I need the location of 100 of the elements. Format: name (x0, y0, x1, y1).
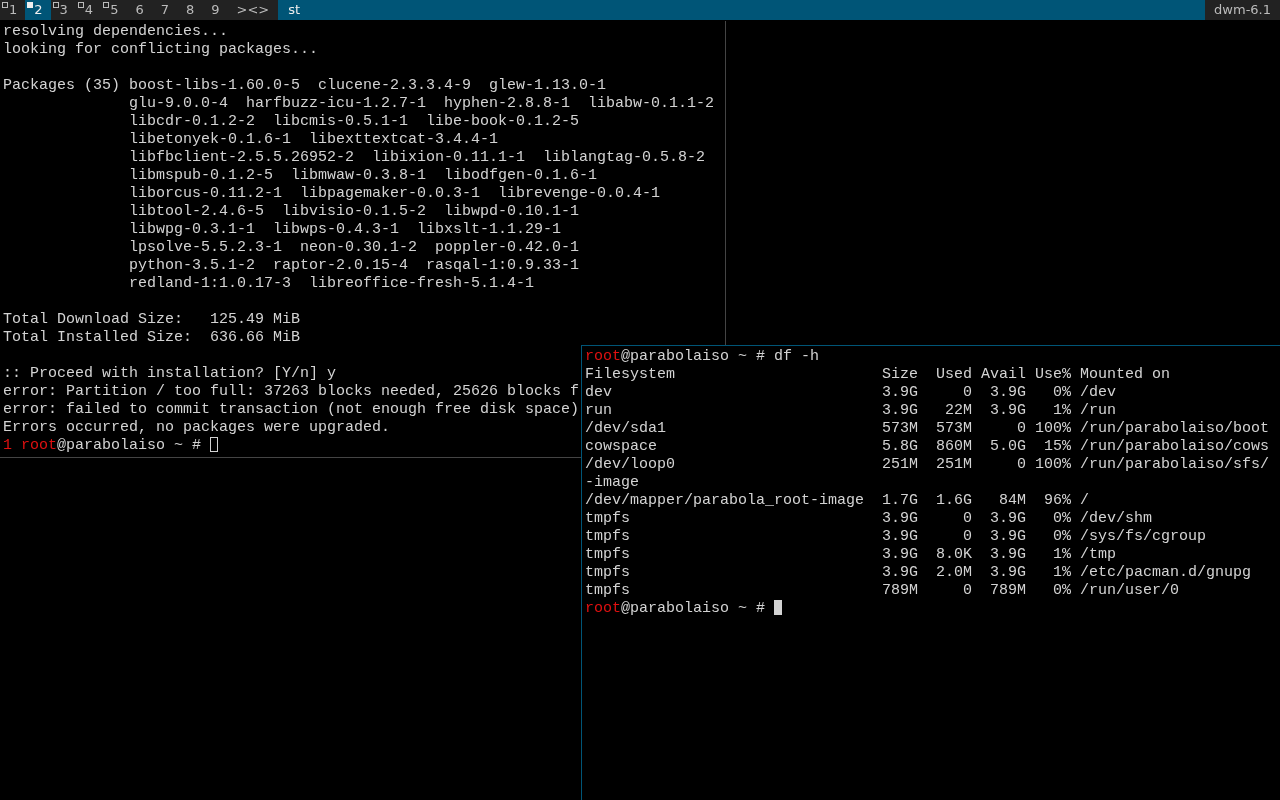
terminal-line: error: Partition / too full: 37263 blocks needed, 25626 blocks f (3, 383, 580, 401)
table-cell-text: 3.9G (989, 402, 1027, 420)
table-cell-text: 5.0G (989, 438, 1027, 456)
table-cell: 3.9G (882, 528, 919, 546)
terminal-line: libtool-2.4.6-5 libvisio-0.1.5-2 libwpd-0.10.1-1 (128, 203, 580, 221)
workspace-tag[interactable]: 3 (50, 0, 76, 20)
table-cell: 573M (882, 420, 919, 438)
table-cell-text: /run (1079, 402, 1118, 420)
command-text: df -h (774, 348, 820, 366)
prompt-user: root (585, 600, 621, 618)
table-cell-text: /dev/shm (1079, 510, 1154, 528)
table-cell-text: /sys/fs/cgroup (1079, 528, 1208, 546)
workspace-tag[interactable]: 6 (126, 0, 152, 20)
table-cell-text: /dev/mapper/parabola_root-image (585, 492, 866, 510)
terminal-line: Packages (35) boost-libs-1.60.0-5 clucene-2.3.3.4-9 glew-1.13.0-1 (3, 77, 607, 95)
workspace-tag[interactable]: 7 (151, 0, 177, 20)
table-cell-text: 15% (1043, 438, 1072, 456)
table-cell-text: 84M (998, 492, 1027, 510)
table-cell-text: /dev/sda1 (585, 420, 667, 438)
table-cell-text: 100% (1034, 456, 1072, 474)
terminal-line: python-3.5.1-2 raptor-2.0.15-4 rasqal-1:0.9.33-1 (128, 257, 580, 275)
terminal-line: libcdr-0.1.2-2 libcmis-0.5.1-1 libe-book-0.1.2-5 (128, 113, 580, 131)
table-cell-text: tmpfs (585, 528, 631, 546)
terminal-line: Total Download Size: 125.49 MiB (3, 311, 301, 329)
terminal-line: :: Proceed with installation? [Y/n] y (3, 365, 337, 383)
workspace-tag[interactable]: 2 (25, 0, 51, 20)
status-text: dwm-6.1 (1213, 1, 1272, 19)
table-cell-text: cowspace (585, 438, 658, 456)
table-cell-text: /run/parabolaiso/boot (1079, 420, 1271, 438)
table-cell-text: 100% (1034, 420, 1072, 438)
table-cell-text: 860M (935, 438, 973, 456)
terminal-line: libmspub-0.1.2-5 libmwaw-0.3.8-1 libodfgen-0.1.6-1 (128, 167, 598, 185)
table-cell-text: tmpfs (585, 582, 631, 600)
table-cell-text: 0 (1016, 420, 1027, 438)
table-cell-text: 251M (935, 456, 973, 474)
table-cell-text: 0 (962, 582, 973, 600)
table-cell-text: /dev/loop0 (585, 456, 676, 474)
table-cell-text: 0% (1052, 384, 1072, 402)
table-cell-text: tmpfs (585, 546, 631, 564)
column-header: Mounted on (1079, 366, 1172, 384)
workspace-tag[interactable]: 4 (75, 0, 102, 20)
prompt-host: @parabolaiso ~ # (621, 348, 766, 366)
column-header: Used (935, 366, 973, 384)
table-cell-text: 3.9G (989, 510, 1027, 528)
table-cell-text: 0% (1052, 528, 1072, 546)
prompt-user: root (21, 437, 58, 455)
table-cell-text: 3.9G (989, 528, 1027, 546)
terminal-line: redland-1:1.0.17-3 libreoffice-fresh-5.1.4-1 (128, 275, 535, 293)
table-cell-text: 3.9G (989, 384, 1027, 402)
table-cell-text: 789M (989, 582, 1027, 600)
table-cell-text: tmpfs (585, 564, 631, 582)
table-cell-text: 1% (1052, 402, 1072, 420)
table-cell-text: 573M (935, 420, 973, 438)
table-cell-text: / (1079, 492, 1091, 510)
terminal-line: libfbclient-2.5.5.26952-2 libixion-0.11.1-1 liblangtag-0.5.8-2 (128, 149, 706, 167)
exit-status: 1 (3, 437, 12, 455)
table-cell-text: run (585, 402, 613, 420)
workspace-tag[interactable]: 9 (202, 0, 228, 20)
table-cell-text: tmpfs (585, 510, 631, 528)
terminal-line: libetonyek-0.1.6-1 libexttextcat-3.4.4-1 (128, 131, 499, 149)
table-cell-text: 0 (1016, 456, 1027, 474)
table-cell: 3.9G (882, 402, 919, 420)
table-cell-text: dev (585, 384, 613, 402)
terminal-line: resolving dependencies... (3, 23, 229, 41)
workspace-tag[interactable]: 8 (176, 0, 203, 20)
table-cell: -image (585, 474, 639, 492)
prompt-host: @parabolaiso ~ # (57, 437, 202, 455)
table-cell-text: 0% (1052, 510, 1072, 528)
table-cell-text: 96% (1043, 492, 1072, 510)
table-cell-text: 0 (962, 384, 973, 402)
table-cell-text: /run/parabolaiso/cows (1079, 438, 1271, 456)
workspace-tag[interactable]: 5 (101, 0, 127, 20)
table-cell: 3.9G (882, 510, 919, 528)
table-cell-text: 1.6G (935, 492, 973, 510)
table-cell: 251M (882, 456, 919, 474)
terminal-window[interactable] (0, 21, 726, 458)
table-cell-text: 8.0K (935, 546, 973, 564)
layout-symbol[interactable]: ><> (227, 0, 279, 20)
terminal-line: lpsolve-5.5.2.3-1 neon-0.30.1-2 poppler-0.42.0-1 (128, 239, 580, 257)
table-cell-text: 1% (1052, 546, 1072, 564)
table-cell-text: 3.9G (989, 564, 1027, 582)
terminal-line: Total Installed Size: 636.66 MiB (3, 329, 301, 347)
prompt-user: root (585, 348, 621, 366)
table-cell-text: 2.0M (935, 564, 973, 582)
prompt-host: @parabolaiso ~ # (621, 600, 766, 618)
table-cell-text: 1% (1052, 564, 1072, 582)
column-header: Use% (1034, 366, 1072, 384)
table-cell-text: /run/parabolaiso/sfs/ (1079, 456, 1271, 474)
terminal-window[interactable] (581, 345, 1280, 800)
table-cell-text: /tmp (1079, 546, 1118, 564)
column-header: Filesystem (585, 366, 676, 384)
table-cell: 5.8G (882, 438, 919, 456)
window-title: st (288, 2, 301, 17)
terminal-line: liborcus-0.11.2-1 libpagemaker-0.0.3-1 librevenge-0.0.4-1 (128, 185, 661, 203)
table-cell: 3.9G (882, 384, 919, 402)
table-cell: 3.9G (882, 546, 919, 564)
terminal-line: Errors occurred, no packages were upgraded. (3, 419, 391, 437)
column-header: Avail (980, 366, 1027, 384)
table-cell: 789M (882, 582, 919, 600)
workspace-tag[interactable]: 1 (0, 0, 26, 20)
